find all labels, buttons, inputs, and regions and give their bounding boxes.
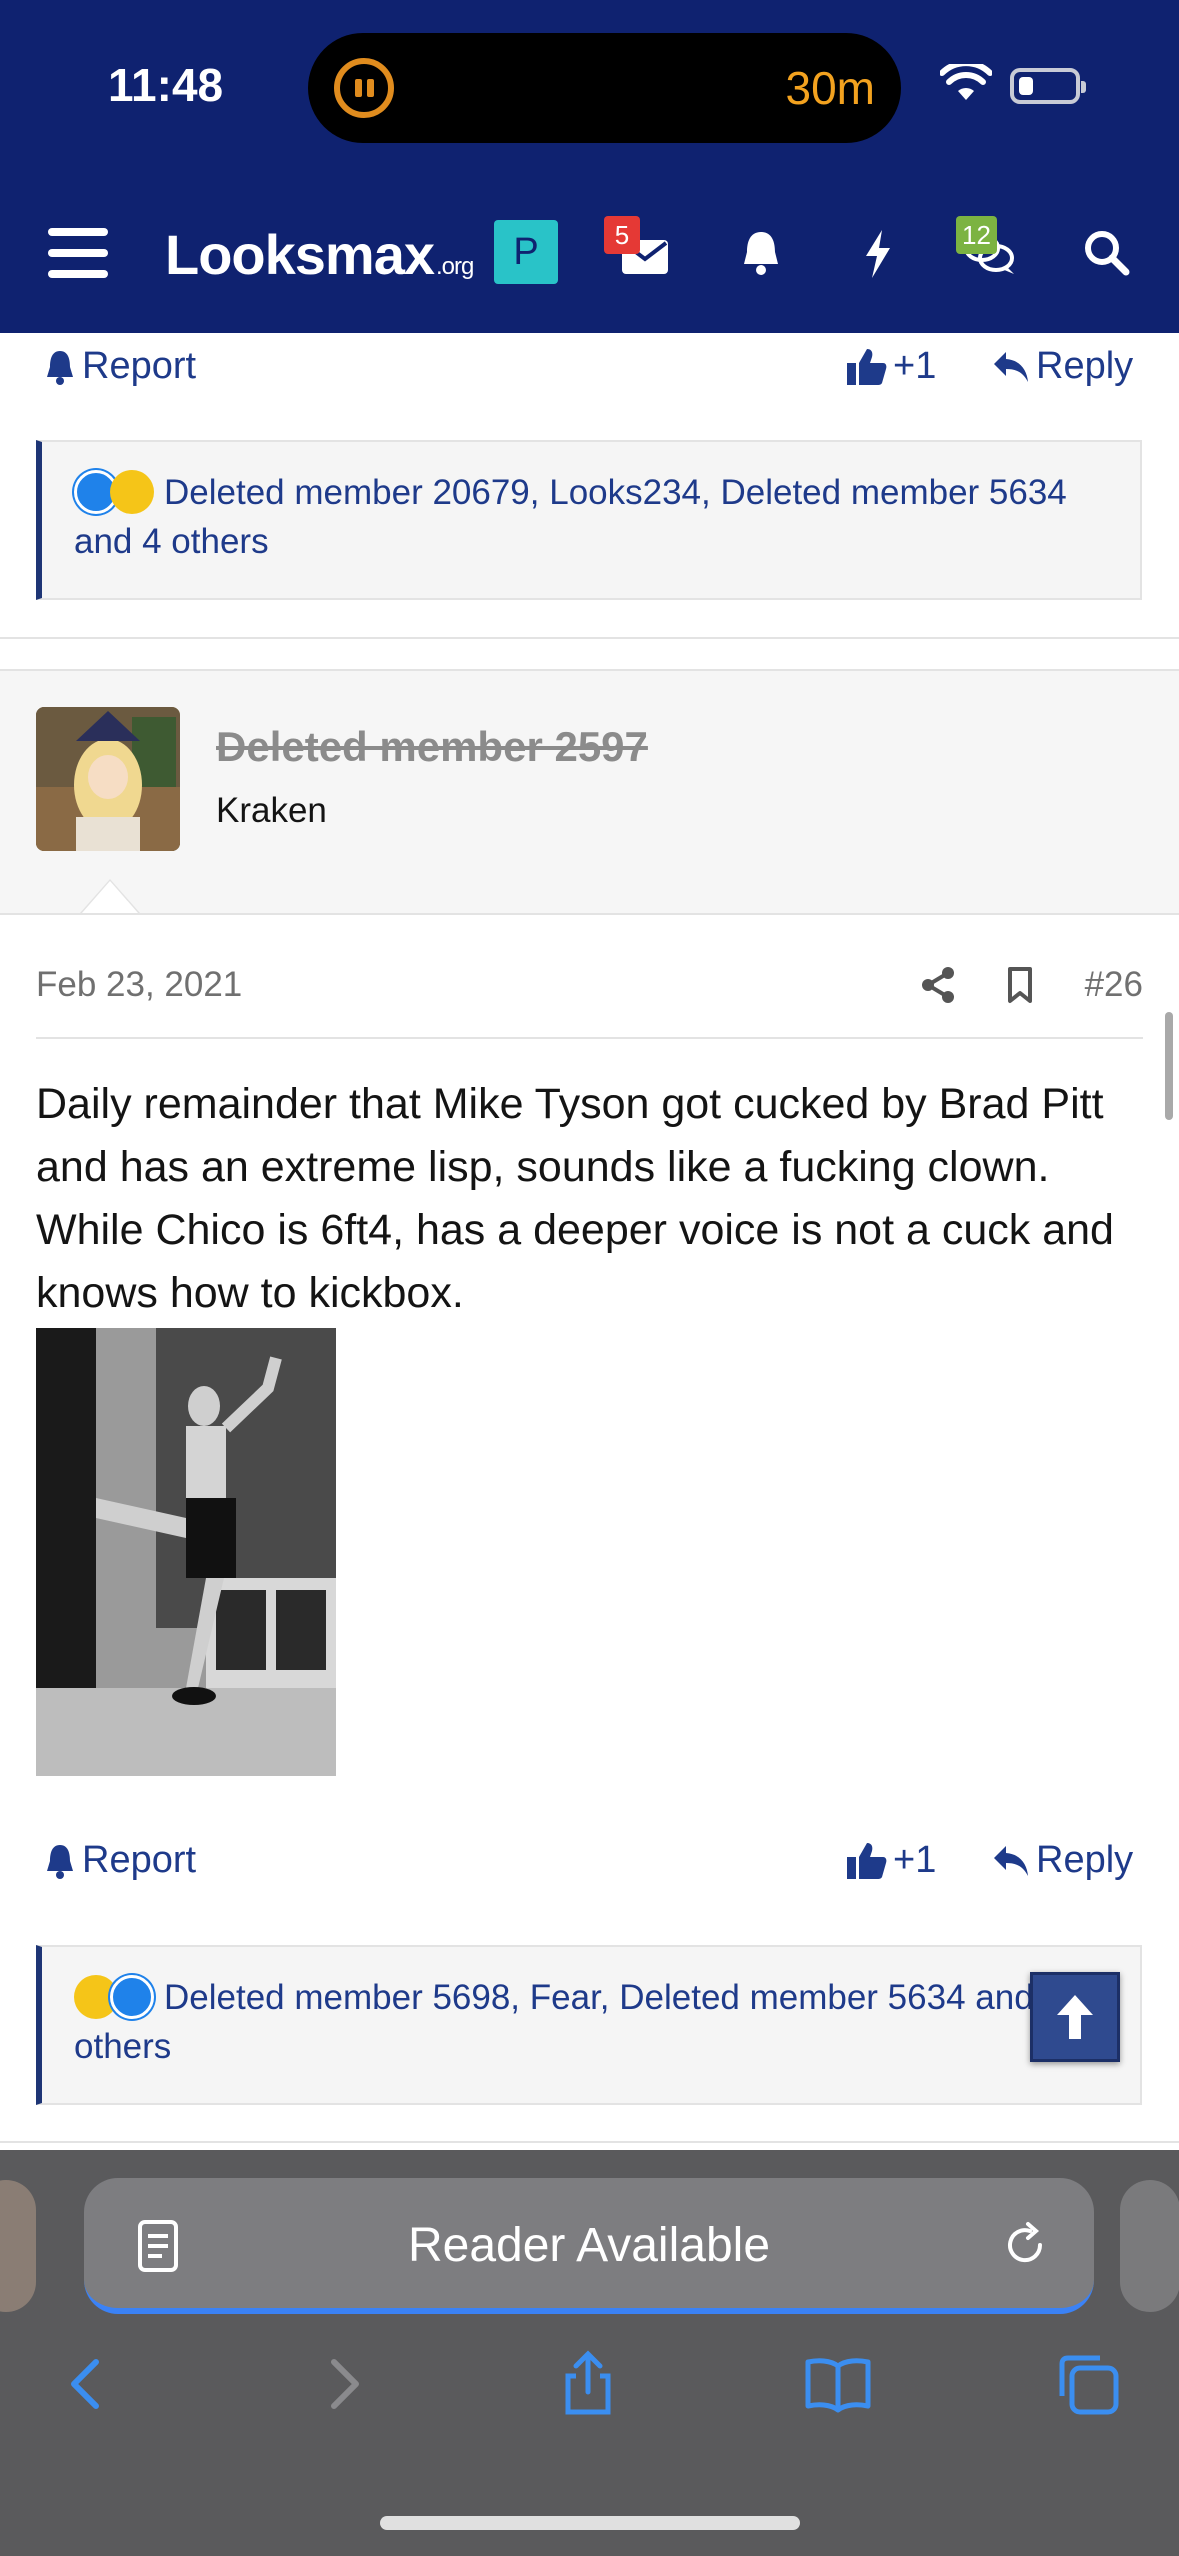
- reply-button[interactable]: Reply: [992, 345, 1133, 388]
- divider: [0, 637, 1179, 639]
- like-count: +1: [893, 345, 937, 387]
- bell-icon: [47, 350, 73, 385]
- wifi-icon: [940, 64, 992, 100]
- previous-tab-preview[interactable]: [0, 2180, 36, 2312]
- like-count: +1: [893, 1839, 937, 1881]
- bolt-icon[interactable]: [848, 222, 910, 284]
- thumbs-up-icon: [847, 1842, 887, 1879]
- share-sheet-icon[interactable]: [552, 2348, 624, 2420]
- scrollbar[interactable]: [1165, 1012, 1173, 1120]
- reply-icon: [994, 1845, 1028, 1876]
- post-number[interactable]: #26: [1085, 965, 1143, 1005]
- reactions-text: Deleted member 20679, Looks234, Deleted …: [74, 473, 1067, 561]
- post-username[interactable]: Deleted member 2597: [216, 723, 648, 771]
- post-reactions[interactable]: Deleted member 5698, Fear, Deleted membe…: [36, 1945, 1142, 2105]
- address-bar[interactable]: Reader Available: [84, 2178, 1094, 2314]
- search-icon[interactable]: [1076, 222, 1138, 284]
- reply-icon: [994, 351, 1028, 382]
- user-block-pointer: [80, 879, 140, 913]
- report-label: Report: [82, 1839, 197, 1881]
- avatar[interactable]: [36, 707, 180, 851]
- post-body: Daily remainder that Mike Tyson got cuck…: [36, 1080, 1114, 1317]
- bookmarks-book-icon[interactable]: [802, 2348, 874, 2420]
- post-image[interactable]: [36, 1328, 336, 1776]
- previous-post-reactions[interactable]: Deleted member 20679, Looks234, Deleted …: [36, 440, 1142, 600]
- dynamic-island: 30m: [308, 33, 901, 143]
- p-badge-button[interactable]: P: [494, 220, 558, 284]
- top-navigation-bar: 11:48 30m Looksmax.org P 5 12: [0, 0, 1179, 333]
- report-link[interactable]: Report: [44, 345, 196, 388]
- site-logo[interactable]: Looksmax.org: [165, 222, 474, 287]
- reader-available-label: Reader Available: [407, 2219, 771, 2272]
- like-reaction-icon: [110, 1975, 154, 2019]
- reply-button[interactable]: Reply: [992, 1839, 1133, 1882]
- like-button[interactable]: +1: [845, 1839, 936, 1882]
- report-label: Report: [82, 345, 197, 387]
- laugh-reaction-icon: [110, 470, 154, 514]
- reply-label: Reply: [1036, 1839, 1134, 1881]
- user-title: Kraken: [216, 791, 327, 830]
- battery-icon: [1010, 68, 1086, 104]
- bell-icon[interactable]: [730, 222, 792, 284]
- share-icon[interactable]: [916, 963, 960, 1007]
- like-button[interactable]: +1: [845, 345, 936, 388]
- thumbs-up-icon: [847, 348, 887, 385]
- scroll-to-top-button[interactable]: [1030, 1972, 1120, 2062]
- reply-label: Reply: [1036, 345, 1134, 387]
- bookmark-icon[interactable]: [998, 963, 1042, 1007]
- inbox-badge: 5: [604, 216, 640, 254]
- post-meta: Feb 23, 2021 #26: [36, 953, 1143, 1039]
- next-tab-preview[interactable]: [1120, 2180, 1179, 2312]
- reload-icon[interactable]: [1000, 2220, 1050, 2270]
- previous-post-actions: Report +1 Reply: [0, 333, 1179, 403]
- timer-text: 30m: [785, 62, 875, 114]
- tabs-icon[interactable]: [1052, 2348, 1124, 2420]
- home-indicator[interactable]: [380, 2516, 800, 2530]
- forward-icon[interactable]: [306, 2348, 378, 2420]
- post-actions: Report +1 Reply: [0, 1827, 1179, 1897]
- back-icon[interactable]: [52, 2348, 124, 2420]
- chat-badge: 12: [956, 216, 997, 254]
- bell-icon: [47, 1844, 73, 1879]
- menu-icon[interactable]: [48, 228, 108, 278]
- post-user-block: Deleted member 2597 Kraken: [0, 669, 1179, 915]
- status-time: 11:48: [108, 59, 224, 111]
- post-date[interactable]: Feb 23, 2021: [36, 965, 242, 1005]
- arrow-up-icon: [1057, 1995, 1093, 2039]
- reactions-text: Deleted member 5698, Fear, Deleted membe…: [74, 1978, 1063, 2066]
- report-link[interactable]: Report: [44, 1839, 196, 1882]
- divider: [0, 2141, 1179, 2143]
- pause-icon: [334, 58, 394, 118]
